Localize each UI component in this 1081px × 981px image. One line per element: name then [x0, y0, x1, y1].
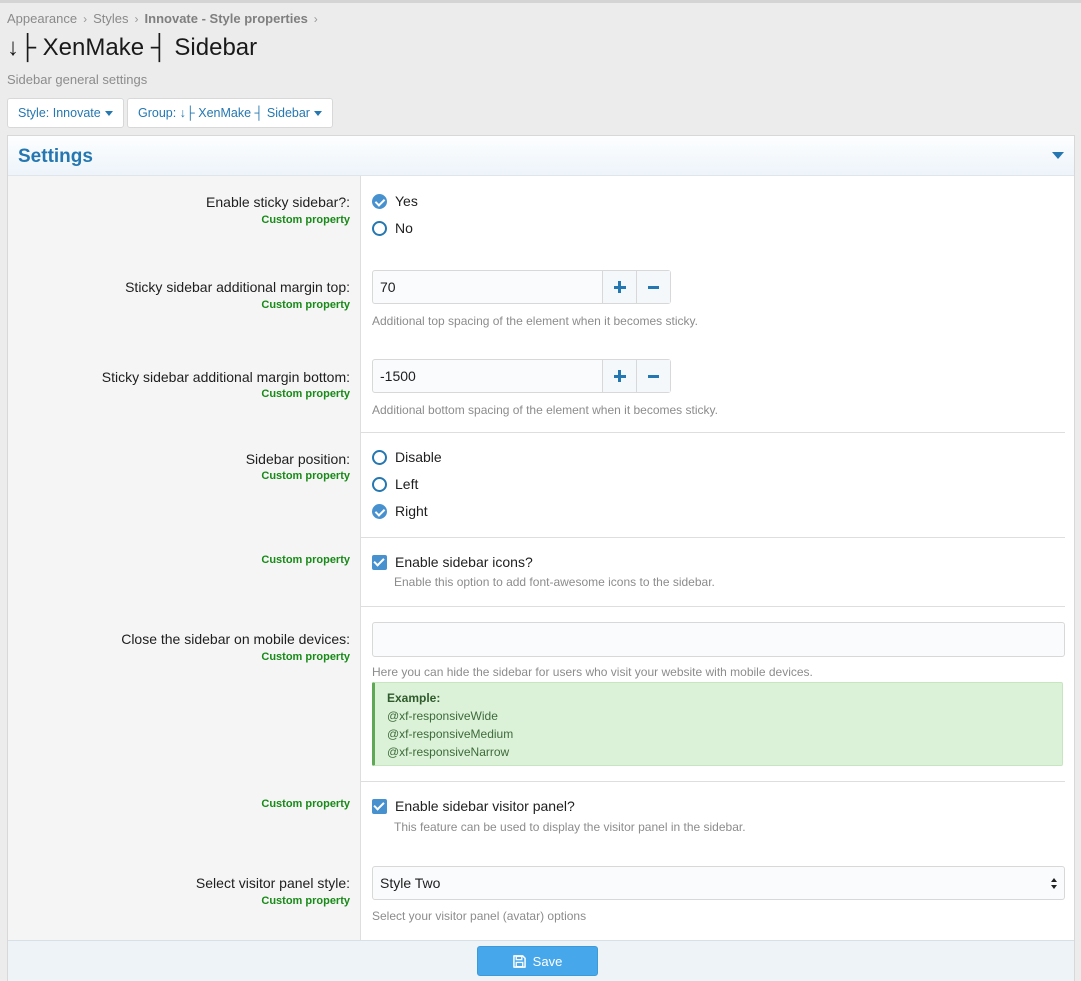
visitor-style-hint: Select your visitor panel (avatar) optio…: [372, 909, 587, 923]
panel-title: Settings: [18, 146, 93, 167]
sidebar-position-label: Sidebar position:: [245, 451, 350, 467]
margin-bottom-input[interactable]: [373, 360, 602, 392]
margin-top-hint: Additional top spacing of the element wh…: [372, 314, 698, 328]
visitor-style-select[interactable]: Style Two: [372, 866, 1065, 900]
example-box: Example: @xf-responsiveWide @xf-responsi…: [372, 682, 1063, 766]
custom-property-tag: Custom property: [261, 299, 350, 311]
increment-button[interactable]: [602, 271, 636, 303]
minus-icon: [648, 374, 659, 378]
page-description: Sidebar general settings: [7, 72, 148, 87]
radio-unchecked-icon: [372, 449, 387, 465]
margin-top-label: Sticky sidebar additional margin top:: [125, 279, 350, 295]
example-line: @xf-responsiveWide: [387, 709, 498, 723]
example-line: @xf-responsiveNarrow: [387, 745, 510, 759]
visitor-panel-checkbox[interactable]: Enable sidebar visitor panel?: [372, 798, 575, 814]
settings-panel: Settings Enable sticky sidebar?: Custom …: [7, 135, 1075, 981]
visitor-panel-hint: This feature can be used to display the …: [394, 820, 746, 834]
margin-bottom-label: Sticky sidebar additional margin bottom:: [101, 369, 350, 385]
select-arrows-icon: [1051, 878, 1058, 890]
mobile-close-label: Close the sidebar on mobile devices:: [121, 631, 350, 647]
margin-bottom-stepper: [372, 359, 671, 393]
example-line: @xf-responsiveMedium: [387, 727, 514, 741]
position-left-radio[interactable]: Left: [372, 476, 418, 492]
chevron-right-icon: ›: [83, 11, 88, 26]
sidebar-icons-checkbox[interactable]: Enable sidebar icons?: [372, 554, 533, 570]
radio-checked-icon: [372, 193, 387, 209]
save-label: Save: [532, 953, 563, 969]
caret-down-icon: [313, 110, 322, 116]
decrement-button[interactable]: [636, 271, 670, 303]
caret-down-icon[interactable]: [1052, 152, 1064, 159]
custom-property-tag: Custom property: [261, 895, 350, 907]
radio-unchecked-icon: [372, 476, 387, 492]
custom-property-tag: Custom property: [261, 470, 350, 482]
radio-checked-icon: [372, 503, 387, 519]
position-disable-radio[interactable]: Disable: [372, 449, 442, 465]
custom-property-tag: Custom property: [261, 798, 350, 810]
checkbox-checked-icon: [372, 798, 387, 814]
page-title: ↓├ XenMake ┤ Sidebar: [7, 34, 258, 61]
panel-header[interactable]: Settings: [8, 136, 1074, 176]
breadcrumb-styles[interactable]: Styles: [93, 11, 128, 26]
margin-top-input[interactable]: [373, 271, 602, 303]
style-filter-button[interactable]: Style: Innovate: [7, 98, 124, 128]
plus-icon: [613, 370, 626, 382]
sticky-sidebar-label: Enable sticky sidebar?:: [206, 194, 350, 210]
visitor-style-label: Select visitor panel style:: [195, 875, 350, 891]
select-value: Style Two: [380, 875, 441, 891]
mobile-close-hint: Here you can hide the sidebar for users …: [372, 665, 813, 679]
custom-property-tag: Custom property: [261, 214, 350, 226]
radio-unchecked-icon: [372, 220, 387, 236]
custom-property-tag: Custom property: [261, 554, 350, 566]
position-right-radio[interactable]: Right: [372, 503, 428, 519]
margin-bottom-hint: Additional bottom spacing of the element…: [372, 403, 718, 417]
custom-property-tag: Custom property: [261, 651, 350, 663]
breadcrumb-appearance[interactable]: Appearance: [7, 11, 77, 26]
group-filter-button[interactable]: Group: ↓├ XenMake ┤ Sidebar: [127, 98, 333, 128]
radio-label: No: [395, 220, 413, 236]
breadcrumb-style-properties[interactable]: Innovate - Style properties: [145, 11, 308, 26]
save-button[interactable]: Save: [477, 946, 598, 976]
radio-label: Disable: [395, 449, 442, 465]
radio-label: Left: [395, 476, 419, 492]
row-divider: [361, 606, 1065, 607]
group-filter-label: Group: ↓├ XenMake ┤ Sidebar: [138, 106, 310, 120]
caret-down-icon: [104, 110, 113, 116]
radio-label: Yes: [395, 193, 418, 209]
chevron-right-icon: ›: [134, 11, 139, 26]
breadcrumb: Appearance › Styles › Innovate - Style p…: [7, 11, 324, 26]
floppy-disk-icon: [512, 954, 526, 968]
increment-button[interactable]: [602, 360, 636, 392]
sidebar-icons-hint: Enable this option to add font-awesome i…: [394, 575, 715, 589]
minus-icon: [648, 285, 659, 289]
checkbox-label: Enable sidebar visitor panel?: [395, 798, 575, 814]
custom-property-tag: Custom property: [261, 388, 350, 400]
decrement-button[interactable]: [636, 360, 670, 392]
sticky-yes-radio[interactable]: Yes: [372, 193, 418, 209]
row-divider: [361, 432, 1065, 433]
form-footer: Save: [8, 940, 1074, 981]
radio-label: Right: [395, 503, 428, 519]
checkbox-label: Enable sidebar icons?: [395, 554, 533, 570]
margin-top-stepper: [372, 270, 671, 304]
row-divider: [361, 781, 1065, 782]
row-divider: [361, 537, 1065, 538]
top-border: [0, 0, 1081, 3]
chevron-right-icon: ›: [313, 11, 318, 26]
style-filter-label: Style: Innovate: [18, 106, 101, 120]
sticky-no-radio[interactable]: No: [372, 220, 413, 236]
mobile-close-input[interactable]: [372, 622, 1065, 657]
plus-icon: [613, 281, 626, 293]
example-title: Example:: [387, 691, 441, 705]
checkbox-checked-icon: [372, 554, 387, 570]
